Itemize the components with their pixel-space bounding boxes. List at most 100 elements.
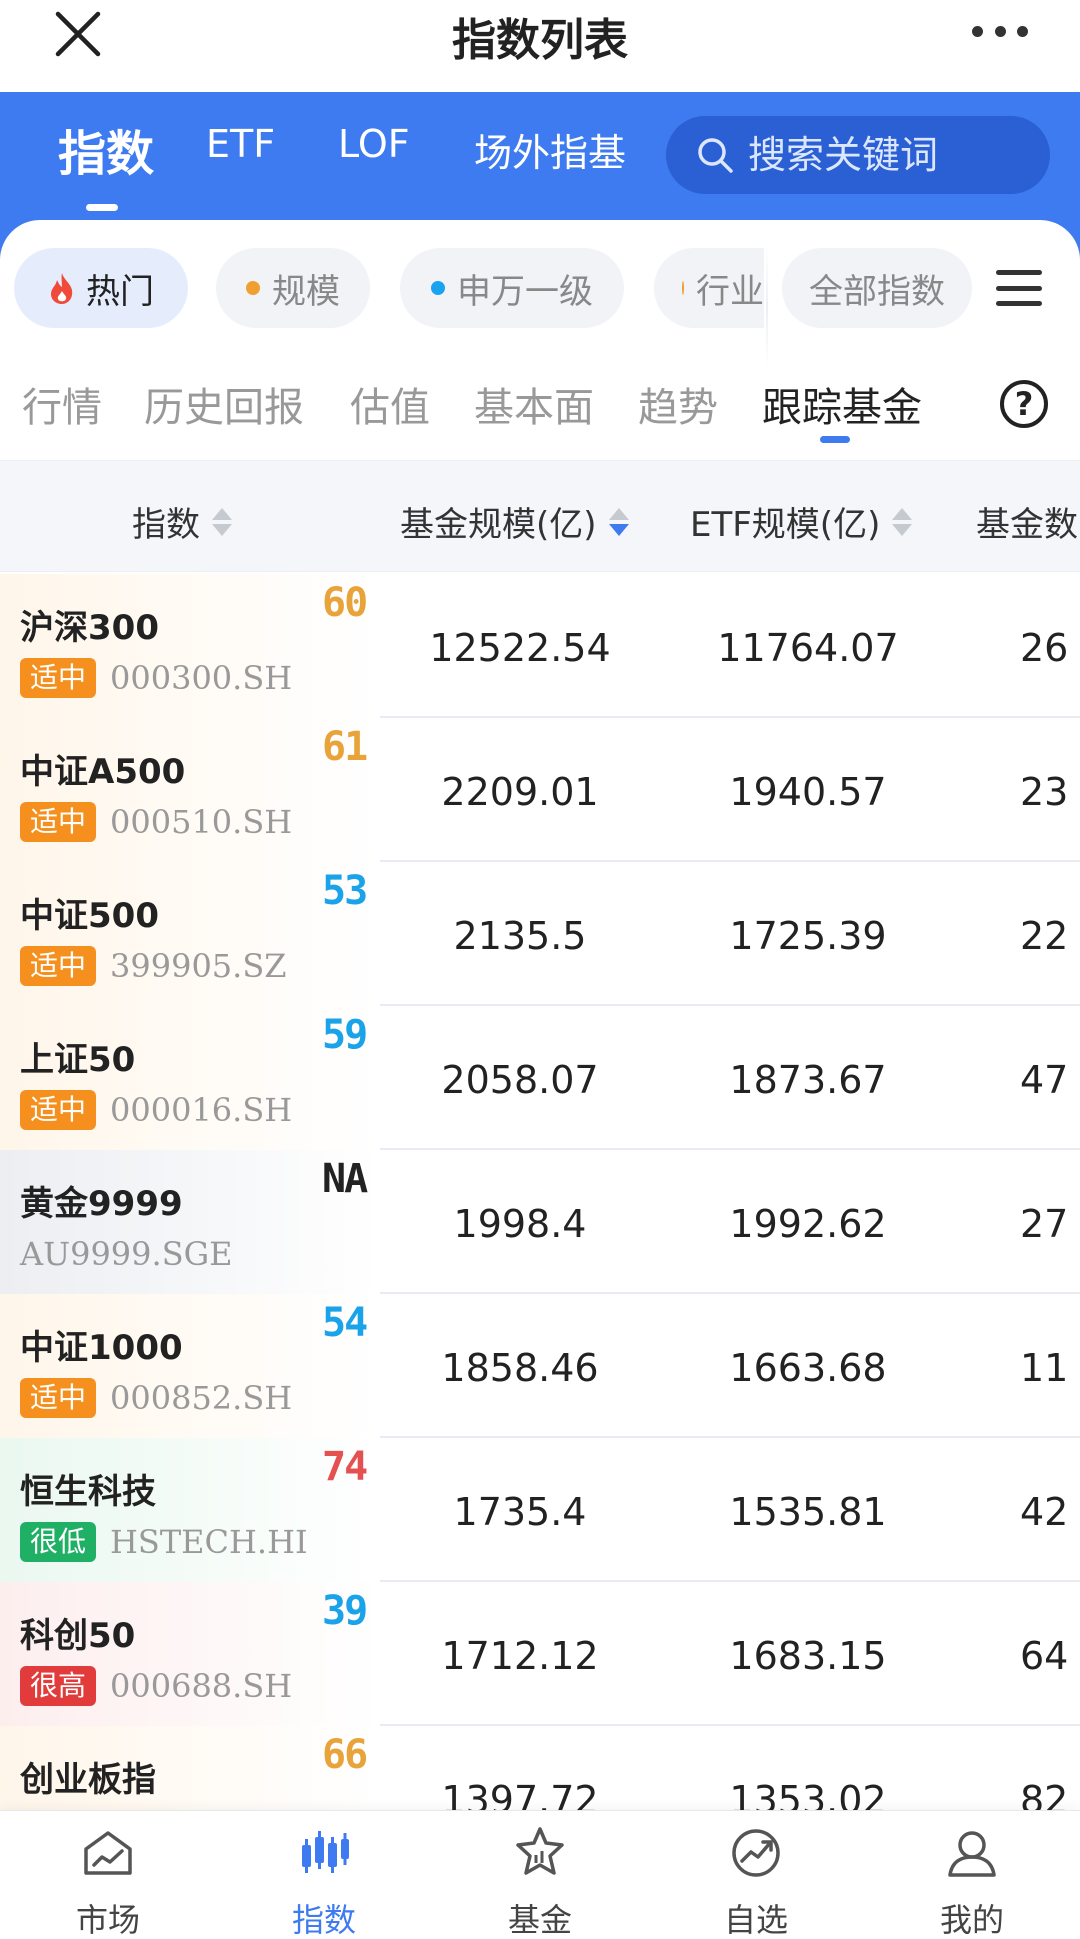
- chip-scale[interactable]: 规模: [216, 248, 370, 328]
- index-cell: 恒生科技 很低 HSTECH.HI 74: [0, 1438, 380, 1582]
- dot-icon: [431, 281, 445, 295]
- trend-circle-icon: [732, 1829, 780, 1877]
- valuation-badge: 适中: [20, 802, 97, 842]
- chip-sw-level1[interactable]: 申万一级: [400, 248, 624, 328]
- index-code: 000852.SH: [110, 1379, 293, 1417]
- nav-label: 自选: [723, 1901, 788, 1939]
- index-cell: 科创50 很高 000688.SH 39: [0, 1582, 380, 1726]
- nav-label: 市场: [75, 1901, 140, 1939]
- fund-count-cell: 11: [1020, 1346, 1069, 1390]
- fund-size-cell: 1735.4: [453, 1490, 587, 1534]
- index-name: 沪深300: [20, 608, 159, 648]
- col-fund-size[interactable]: 基金规模(亿): [400, 497, 629, 546]
- index-name: 创业板指: [20, 1760, 156, 1800]
- subtab-history-return[interactable]: 历史回报: [144, 375, 304, 433]
- chip-hot[interactable]: 热门: [14, 248, 188, 328]
- chip-label: 申万一级: [457, 271, 593, 312]
- tab-etf[interactable]: ETF: [206, 122, 275, 166]
- search-icon: [698, 138, 733, 173]
- score-badge: 66: [322, 1732, 368, 1778]
- score-badge: 59: [322, 1012, 368, 1058]
- fund-count-cell: 42: [1020, 1490, 1069, 1534]
- score-badge: 61: [322, 724, 368, 770]
- col-index[interactable]: 指数: [132, 497, 232, 546]
- subtab-valuation[interactable]: 估值: [350, 375, 430, 433]
- chip-divider: [766, 248, 768, 368]
- score-badge: 60: [322, 580, 368, 626]
- sort-icon: [212, 507, 232, 536]
- table-row[interactable]: 中证A500 适中 000510.SH 61 2209.01 1940.57 2…: [0, 718, 1080, 862]
- etf-size-cell: 1873.67: [729, 1058, 887, 1102]
- score-badge: NA: [322, 1156, 368, 1202]
- valuation-badge: 适中: [20, 946, 97, 986]
- index-code: HSTECH.HI: [110, 1523, 308, 1561]
- subtab-fundamentals[interactable]: 基本面: [474, 375, 594, 433]
- title-bar: 指数列表: [0, 0, 1080, 92]
- search-box[interactable]: [666, 116, 1050, 194]
- index-cell: 中证1000 适中 000852.SH 54: [0, 1294, 380, 1438]
- menu-icon[interactable]: [996, 270, 1042, 306]
- sort-icon: [892, 507, 913, 536]
- table-row[interactable]: 上证50 适中 000016.SH 59 2058.07 1873.67 47: [0, 1006, 1080, 1150]
- nav-fund[interactable]: 基金: [432, 1825, 648, 1939]
- chip-all-index[interactable]: 全部指数: [782, 248, 972, 328]
- nav-market[interactable]: 市场: [0, 1825, 216, 1939]
- valuation-badge: 很高: [20, 1666, 97, 1706]
- score-badge: 54: [322, 1300, 368, 1346]
- chip-label: 热门: [86, 271, 154, 312]
- chip-label: 全部指数: [809, 271, 945, 312]
- col-fund-count[interactable]: 基金数: [976, 497, 1078, 546]
- subtab-tracking-funds[interactable]: 跟踪基金: [762, 375, 922, 433]
- more-icon[interactable]: [972, 26, 1028, 38]
- score-badge: 39: [322, 1588, 368, 1634]
- fund-size-cell: 1712.12: [441, 1634, 599, 1678]
- tab-lof[interactable]: LOF: [338, 122, 410, 166]
- table-row[interactable]: 中证500 适中 399905.SZ 53 2135.5 1725.39 22: [0, 862, 1080, 1006]
- tab-otc-index-fund[interactable]: 场外指基: [474, 122, 626, 177]
- market-icon: [84, 1831, 132, 1875]
- nav-label: 我的: [939, 1901, 1004, 1939]
- sub-tabs: 行情 历史回报 估值 基本面 趋势 跟踪基金: [0, 375, 1080, 445]
- index-code: 000016.SH: [110, 1091, 293, 1129]
- fund-size-cell: 1858.46: [441, 1346, 599, 1390]
- nav-watchlist[interactable]: 自选: [648, 1825, 864, 1939]
- chip-label: 规模: [272, 271, 340, 312]
- help-icon[interactable]: ?: [1000, 380, 1048, 428]
- col-label: 基金规模(亿): [400, 505, 597, 545]
- fund-size-cell: 12522.54: [429, 626, 611, 670]
- valuation-badge: 适中: [20, 658, 97, 698]
- table-row[interactable]: 黄金9999 AU9999.SGE NA 1998.4 1992.62 27: [0, 1150, 1080, 1294]
- score-badge: 53: [322, 868, 368, 914]
- index-code: 000688.SH: [110, 1667, 293, 1705]
- subtab-trend[interactable]: 趋势: [638, 375, 718, 433]
- etf-size-cell: 1725.39: [729, 914, 887, 958]
- table-row[interactable]: 科创50 很高 000688.SH 39 1712.12 1683.15 64: [0, 1582, 1080, 1726]
- fund-count-cell: 26: [1020, 626, 1069, 670]
- nav-index[interactable]: 指数: [216, 1825, 432, 1939]
- chip-label: 行业: [696, 271, 764, 312]
- valuation-badge: 适中: [20, 1378, 97, 1418]
- nav-label: 基金: [507, 1901, 572, 1939]
- etf-size-cell: 1535.81: [729, 1490, 887, 1534]
- search-input[interactable]: [748, 133, 1048, 177]
- valuation-badge: 很低: [20, 1522, 97, 1562]
- col-etf-size[interactable]: ETF规模(亿): [690, 497, 913, 546]
- table-row[interactable]: 沪深300 适中 000300.SH 60 12522.54 11764.07 …: [0, 574, 1080, 718]
- flame-icon: [51, 273, 73, 304]
- table-row[interactable]: 恒生科技 很低 HSTECH.HI 74 1735.4 1535.81 42: [0, 1438, 1080, 1582]
- index-code: 000300.SH: [110, 659, 293, 697]
- nav-me[interactable]: 我的: [864, 1825, 1080, 1939]
- chip-industry[interactable]: 行业: [654, 248, 764, 328]
- fund-size-cell: 2209.01: [441, 770, 599, 814]
- etf-size-cell: 1663.68: [729, 1346, 887, 1390]
- index-cell: 黄金9999 AU9999.SGE NA: [0, 1150, 380, 1294]
- index-name: 中证A500: [20, 752, 186, 792]
- table-row[interactable]: 中证1000 适中 000852.SH 54 1858.46 1663.68 1…: [0, 1294, 1080, 1438]
- tab-index[interactable]: 指数: [58, 114, 154, 184]
- index-name: 黄金9999: [20, 1184, 183, 1224]
- fund-count-cell: 22: [1020, 914, 1069, 958]
- subtab-quote[interactable]: 行情: [22, 375, 102, 433]
- category-chips: 热门 规模 申万一级 行业 全部指数: [0, 248, 1080, 368]
- col-label: 基金数: [976, 505, 1078, 545]
- fund-count-cell: 47: [1020, 1058, 1069, 1102]
